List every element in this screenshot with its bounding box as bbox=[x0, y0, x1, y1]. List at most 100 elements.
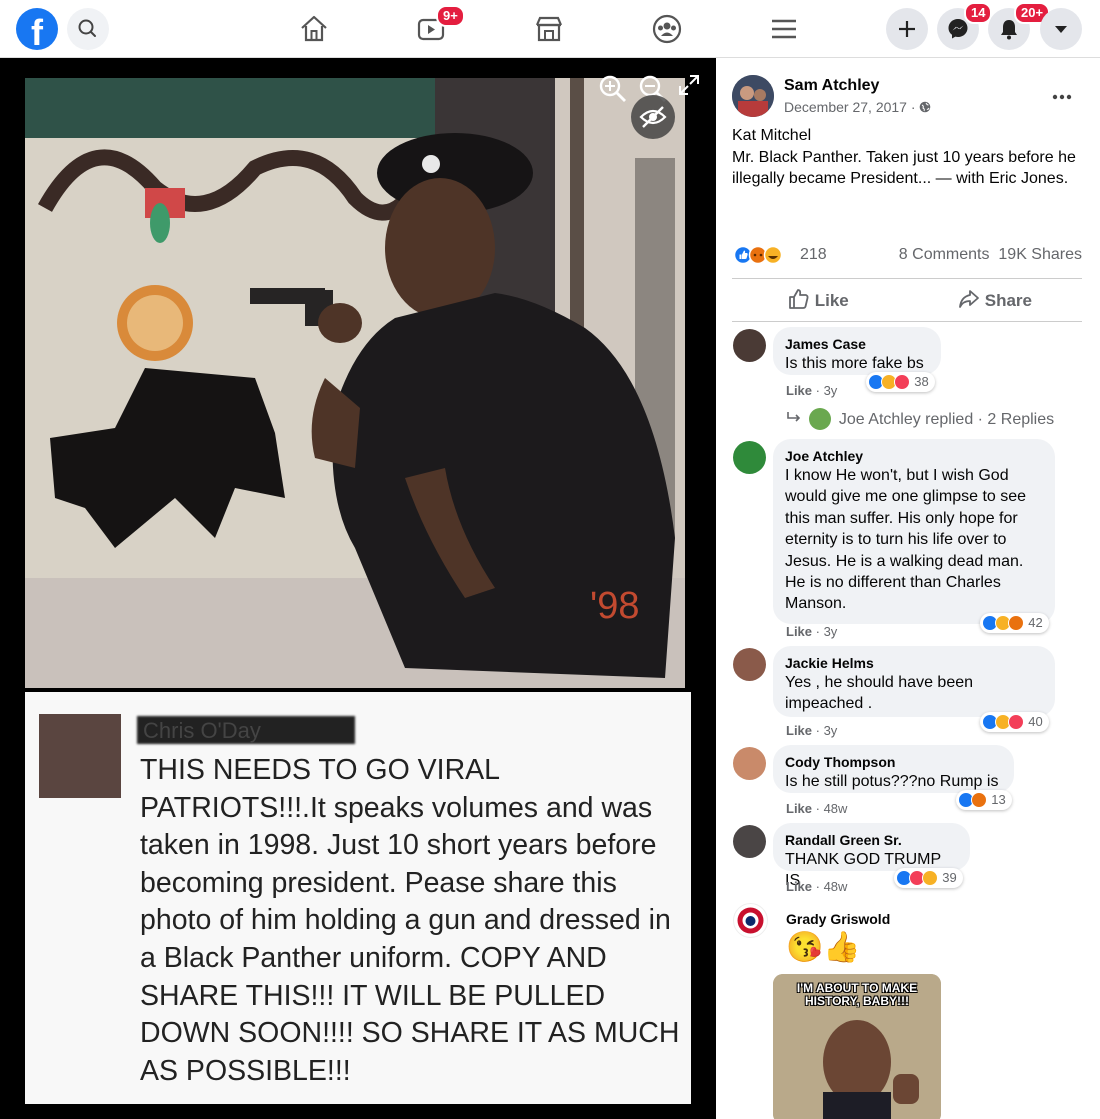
comment-text: Yes , he should have been impeached . bbox=[785, 674, 974, 713]
post-caption: Kat Mitchel Mr. Black Panther. Taken jus… bbox=[732, 125, 1082, 190]
top-navigation-bar: f 9+ 14 20+ bbox=[0, 0, 1100, 58]
hide-content-button[interactable] bbox=[631, 95, 675, 139]
comment-bubble: Cody Thompson Is he still potus???no Rum… bbox=[773, 745, 1014, 793]
comment-author[interactable]: Grady Griswold bbox=[786, 910, 890, 928]
thumbs-up-icon bbox=[789, 289, 809, 309]
avatar[interactable] bbox=[733, 903, 768, 938]
angry-reaction-icon bbox=[1008, 614, 1024, 631]
divider bbox=[732, 321, 1082, 322]
comment-reactions[interactable]: 39 bbox=[894, 868, 963, 888]
marketplace-tab[interactable] bbox=[532, 12, 566, 46]
reaction-count: 39 bbox=[942, 870, 957, 885]
haha-reaction-icon bbox=[922, 869, 938, 886]
comments-count[interactable]: 8 Comments bbox=[899, 246, 990, 263]
screenshot-post-card: Chris O'Day THIS NEEDS TO GO VIRAL PATRI… bbox=[25, 692, 691, 1104]
plus-icon bbox=[899, 21, 915, 37]
caption-line-2: Mr. Black Panther. Taken just 10 years b… bbox=[732, 148, 1076, 188]
like-label: Like bbox=[814, 291, 849, 310]
comment-like-link[interactable]: Like bbox=[786, 624, 812, 639]
post-date-text: December 27, 2017 · bbox=[784, 99, 916, 115]
shares-count[interactable]: 19K Shares bbox=[998, 246, 1082, 263]
post-details-panel: Sam Atchley December 27, 2017 · Kat Mitc… bbox=[716, 58, 1100, 1119]
search-button[interactable] bbox=[67, 8, 109, 50]
avatar[interactable] bbox=[733, 747, 766, 780]
comment-reactions[interactable]: 13 bbox=[956, 790, 1012, 810]
comment-bubble: Joe Atchley I know He won't, but I wish … bbox=[773, 439, 1055, 624]
like-button[interactable]: Like bbox=[788, 288, 849, 311]
comment-time[interactable]: · 48w bbox=[816, 879, 848, 894]
create-button[interactable] bbox=[886, 8, 928, 50]
comment-meta: Like · 3y bbox=[786, 723, 837, 738]
menu-tab[interactable] bbox=[767, 12, 801, 46]
groups-tab[interactable] bbox=[650, 12, 684, 46]
comment-reactions[interactable]: 40 bbox=[980, 712, 1049, 732]
comment-time[interactable]: · 3y bbox=[816, 383, 838, 398]
comment-time[interactable]: · 3y bbox=[816, 624, 838, 639]
zoom-in-button[interactable] bbox=[598, 74, 628, 109]
avatar[interactable] bbox=[733, 648, 766, 681]
reaction-icons[interactable] bbox=[734, 245, 794, 265]
avatar[interactable] bbox=[733, 441, 766, 474]
comment-bubble: James Case Is this more fake bs bbox=[773, 327, 941, 375]
comment-like-link[interactable]: Like bbox=[786, 879, 812, 894]
home-icon bbox=[301, 15, 327, 42]
facebook-logo[interactable]: f bbox=[16, 8, 58, 50]
author-avatar[interactable] bbox=[732, 75, 774, 117]
caption-line-1: Kat Mitchel bbox=[732, 127, 812, 144]
post-date[interactable]: December 27, 2017 · bbox=[784, 99, 931, 115]
reaction-summary: 218 8 Comments 19K Shares bbox=[732, 244, 1082, 266]
account-menu-button[interactable] bbox=[1040, 8, 1082, 50]
original-post-text: THIS NEEDS TO GO VIRAL PATRIOTS!!!.It sp… bbox=[140, 754, 680, 1087]
comment-meta: Like · 3y bbox=[786, 624, 837, 639]
reaction-count: 38 bbox=[914, 374, 929, 389]
original-poster-name: Chris O'Day bbox=[143, 718, 261, 743]
reply-arrow-icon bbox=[787, 412, 801, 422]
original-poster-avatar bbox=[39, 714, 121, 798]
fullscreen-button[interactable] bbox=[678, 74, 700, 101]
avatar[interactable] bbox=[733, 329, 766, 362]
comment-meta: Like · 3y bbox=[786, 383, 837, 398]
reactions-count[interactable]: 218 bbox=[800, 246, 827, 264]
search-icon bbox=[78, 19, 96, 37]
share-arrow-icon bbox=[959, 290, 979, 308]
comment-time[interactable]: · 48w bbox=[816, 801, 848, 816]
replies-text: Joe Atchley replied · 2 Replies bbox=[838, 411, 1055, 428]
zoom-in-icon bbox=[599, 75, 626, 102]
globe-icon bbox=[920, 101, 931, 113]
reaction-count: 13 bbox=[991, 792, 1006, 807]
groups-icon bbox=[652, 14, 682, 44]
comment-author[interactable]: Cody Thompson bbox=[785, 753, 1002, 771]
comment-bubble: Jackie Helms Yes , he should have been i… bbox=[773, 646, 1055, 717]
comment-reactions[interactable]: 42 bbox=[980, 613, 1049, 633]
comment-text: I know He won't, but I wish God would gi… bbox=[785, 467, 1027, 613]
comment-image-attachment[interactable]: I'M ABOUT TO MAKE HISTORY, BABY!!! bbox=[773, 974, 941, 1119]
eye-slash-icon bbox=[639, 106, 667, 128]
comment-bubble: Randall Green Sr. THANK GOD TRUMP IS bbox=[773, 823, 970, 889]
home-tab[interactable] bbox=[297, 12, 331, 46]
comment-meta: Like · 48w bbox=[786, 879, 847, 894]
view-replies-link[interactable]: Joe Atchley replied · 2 Replies bbox=[786, 408, 1054, 430]
avatar[interactable] bbox=[733, 825, 766, 858]
share-button[interactable]: Share bbox=[958, 288, 1032, 311]
comment-like-link[interactable]: Like bbox=[786, 801, 812, 816]
comment-meta: Like · 48w bbox=[786, 801, 847, 816]
comment-time[interactable]: · 3y bbox=[816, 723, 838, 738]
comment-like-link[interactable]: Like bbox=[786, 723, 812, 738]
comments-shares-counts: 8 Comments 19K Shares bbox=[899, 246, 1082, 264]
comment-author[interactable]: James Case bbox=[785, 335, 929, 353]
comment-author[interactable]: Randall Green Sr. bbox=[785, 831, 958, 849]
meme-caption: I'M ABOUT TO MAKE HISTORY, BABY!!! bbox=[796, 981, 918, 1008]
love-reaction-icon bbox=[894, 373, 910, 390]
avatar-image bbox=[732, 75, 774, 117]
comment-author[interactable]: Joe Atchley bbox=[785, 447, 1043, 465]
angry-reaction-icon bbox=[971, 791, 987, 808]
reaction-count: 42 bbox=[1028, 615, 1043, 630]
author-name[interactable]: Sam Atchley bbox=[784, 77, 879, 95]
comment-like-link[interactable]: Like bbox=[786, 383, 812, 398]
video-badge: 9+ bbox=[436, 5, 465, 27]
more-options-button[interactable] bbox=[1052, 80, 1072, 106]
divider bbox=[732, 278, 1082, 279]
comment-reactions[interactable]: 38 bbox=[866, 372, 935, 392]
comment-author[interactable]: Jackie Helms bbox=[785, 654, 1043, 672]
reply-avatar bbox=[809, 408, 832, 430]
